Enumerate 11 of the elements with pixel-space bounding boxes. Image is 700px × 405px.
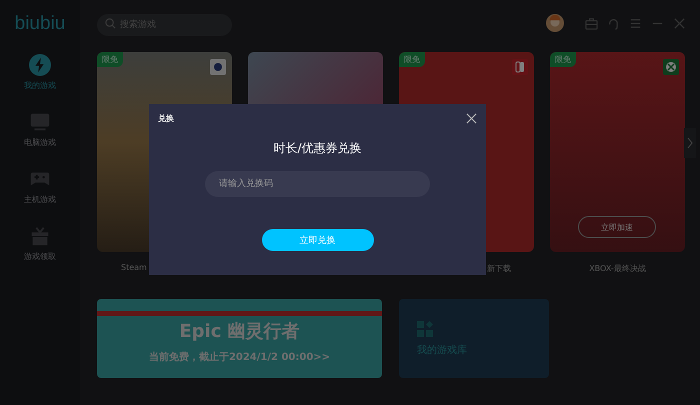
dialog-heading: 时长/优惠券兑换 bbox=[273, 140, 362, 157]
free-badge: 限免 bbox=[97, 52, 123, 67]
free-badge: 限免 bbox=[550, 52, 576, 67]
dialog-title: 兑换 bbox=[158, 113, 174, 124]
app-logo: biubiu bbox=[14, 12, 66, 36]
game-title: 新下载 bbox=[487, 263, 511, 274]
banner-title: Epic 幽灵行者 bbox=[179, 320, 300, 343]
free-badge: 限免 bbox=[399, 52, 425, 67]
game-title: XBOX-最终决战 bbox=[589, 263, 646, 274]
game-title: Steam bbox=[121, 263, 147, 272]
banner-subtitle: 当前免费，截止于2024/1/2 00:00>> bbox=[148, 350, 330, 364]
